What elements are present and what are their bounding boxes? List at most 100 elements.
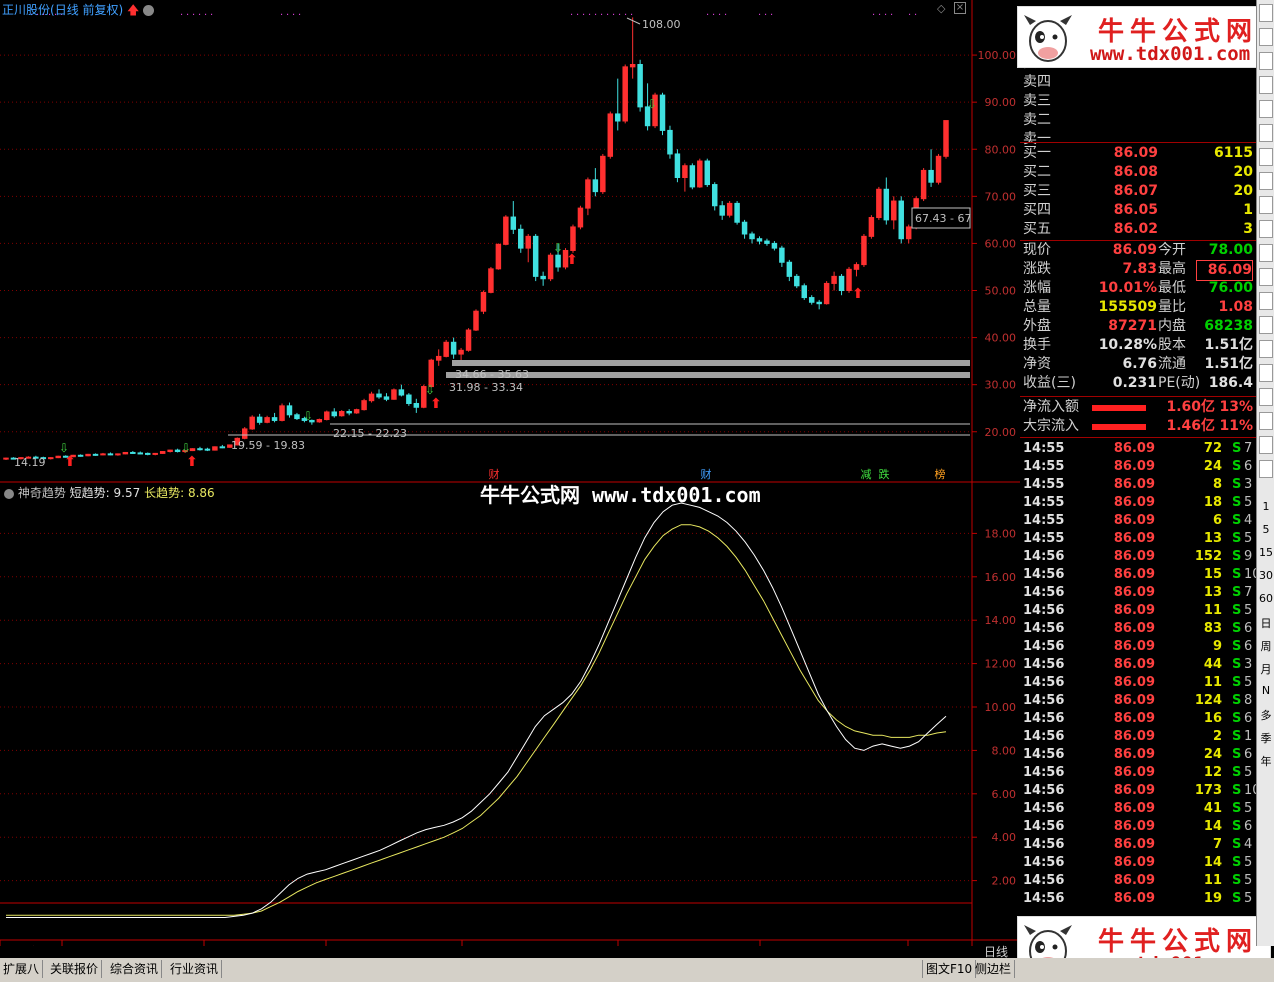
candle-body	[130, 451, 136, 454]
buy-level-row[interactable]: 买二 86.08 20	[1020, 163, 1256, 182]
candle-body	[159, 451, 166, 454]
trade-price: 86.09	[1113, 513, 1155, 528]
bottom-tab[interactable]: 关联报价	[47, 960, 103, 978]
trade-time: 14:56	[1023, 819, 1065, 834]
period-shortcut[interactable]: N	[1258, 684, 1274, 697]
stat-value-2: 68238	[1204, 318, 1253, 334]
stat-value: 6.76	[1122, 356, 1157, 372]
sell-level-row[interactable]: 卖四	[1020, 73, 1256, 92]
candle-body	[547, 254, 554, 280]
stat-label-2: PE(动)	[1158, 375, 1201, 391]
f10-button[interactable]: 图文F10	[922, 960, 977, 978]
event-dot: ·	[286, 10, 289, 21]
bottom-tab[interactable]: 扩展八	[0, 960, 44, 978]
bottom-tab[interactable]: 综合资讯	[107, 960, 163, 978]
buy-level-row[interactable]: 买一 86.09 6115	[1020, 144, 1256, 163]
period-shortcut[interactable]: 月	[1258, 661, 1274, 677]
period-shortcut[interactable]: 1	[1258, 500, 1274, 513]
period-shortcut[interactable]: 日	[1258, 615, 1274, 631]
toolbar-icon[interactable]	[1259, 76, 1273, 94]
buy-level-row[interactable]: 买五 86.02 3	[1020, 220, 1256, 239]
trade-volume: 14	[1203, 819, 1222, 834]
period-shortcut[interactable]: 多	[1258, 707, 1274, 723]
trade-time: 14:55	[1023, 495, 1065, 510]
sell-arrow-icon: ⇩	[425, 383, 435, 397]
period-shortcut[interactable]: 5	[1258, 523, 1274, 536]
toolbar-icon[interactable]	[1259, 220, 1273, 238]
period-shortcut[interactable]: 季	[1258, 730, 1274, 746]
candle-body	[92, 453, 99, 456]
toolbar-icon[interactable]	[1259, 340, 1273, 358]
kline-chart[interactable]: 100.00 90.00 80.00 70.00 60.00 50.00 40.00 30.0…	[0, 0, 1020, 946]
trade-volume: 24	[1203, 459, 1222, 474]
stat-value-2: 86.09	[1196, 260, 1253, 281]
candle-body	[883, 188, 890, 221]
trade-side: S	[1232, 477, 1242, 492]
trade-time: 14:56	[1023, 657, 1065, 672]
indicator-dropdown-icon[interactable]	[4, 488, 14, 499]
stock-title-bar[interactable]: 正川股份(日线 前复权) 🡅	[2, 1, 155, 22]
sidebar-toggle[interactable]: 侧边栏	[972, 960, 1016, 978]
toolbar-icon[interactable]	[1259, 244, 1273, 262]
indicator-header[interactable]: 神奇趋势 短趋势: 9.57 长趋势: 8.86	[4, 484, 215, 501]
toolbar-icon[interactable]	[1259, 52, 1273, 70]
trade-count: 5	[1244, 495, 1253, 510]
period-shortcut[interactable]: 15	[1258, 546, 1274, 559]
trade-volume: 11	[1203, 873, 1222, 888]
period-shortcut[interactable]: 60	[1258, 592, 1274, 605]
toolbar-icon[interactable]	[1259, 196, 1273, 214]
candle-body	[152, 452, 158, 455]
buy-level-row[interactable]: 买四 86.05 1	[1020, 201, 1256, 220]
sell-level-row[interactable]: 卖二	[1020, 111, 1256, 130]
candle-body	[779, 247, 785, 263]
level-price: 86.09	[1113, 145, 1158, 161]
toolbar-icon[interactable]	[1259, 292, 1273, 310]
candle-body	[659, 94, 666, 131]
candle-body	[741, 221, 748, 235]
candle-body	[801, 285, 807, 299]
candle-body	[406, 394, 412, 404]
level-price: 86.05	[1113, 202, 1158, 218]
toolbar-icon[interactable]	[1259, 124, 1273, 142]
trade-count: 6	[1244, 747, 1253, 762]
close-icon[interactable]: ×	[954, 2, 966, 14]
short-trend-value: 9.57	[113, 486, 141, 500]
toolbar-icon[interactable]	[1259, 316, 1273, 334]
flow-pct: 11%	[1219, 418, 1253, 434]
candle-body	[905, 226, 912, 240]
buy-level-row[interactable]: 买三 86.07 20	[1020, 182, 1256, 201]
toolbar-icon[interactable]	[1259, 460, 1273, 478]
candle-body	[346, 411, 352, 414]
stat-label: 净资	[1023, 356, 1051, 372]
period-shortcut[interactable]: 年	[1258, 753, 1274, 769]
candle-body	[846, 268, 852, 291]
candle-body	[249, 416, 255, 430]
toolbar-icon[interactable]	[1259, 388, 1273, 406]
period-shortcut[interactable]: 30	[1258, 569, 1274, 582]
trade-price: 86.09	[1113, 459, 1155, 474]
bottom-tab[interactable]: 行业资讯	[167, 960, 223, 978]
toolbar-icon[interactable]	[1259, 4, 1273, 22]
sell-level-row[interactable]: 卖三	[1020, 92, 1256, 111]
toolbar-icon[interactable]	[1259, 364, 1273, 382]
toolbar-icon[interactable]	[1259, 436, 1273, 454]
diamond-icon[interactable]: ◇	[937, 2, 945, 15]
candle-body	[540, 275, 546, 280]
period-shortcut[interactable]: 周	[1258, 638, 1274, 654]
trade-count: 7	[1244, 585, 1253, 600]
high-price-label: 108.00	[642, 18, 681, 31]
price-tick-label: 100.00	[978, 49, 1017, 62]
toolbar-icon[interactable]	[1259, 148, 1273, 166]
flow-label: 净流入额	[1023, 399, 1079, 415]
toolbar-icon[interactable]	[1259, 28, 1273, 46]
toolbar-icon[interactable]	[1259, 268, 1273, 286]
toolbar-icon[interactable]	[1259, 100, 1273, 118]
candle-body	[629, 64, 636, 68]
toolbar-icon[interactable]	[1259, 412, 1273, 430]
trade-side: S	[1232, 621, 1242, 636]
dropdown-icon[interactable]	[143, 5, 155, 16]
price-tick-label: 60.00	[985, 237, 1017, 250]
toolbar-icon[interactable]	[1259, 172, 1273, 190]
candle-body	[585, 179, 591, 209]
stat-label: 涨跌	[1023, 261, 1051, 277]
